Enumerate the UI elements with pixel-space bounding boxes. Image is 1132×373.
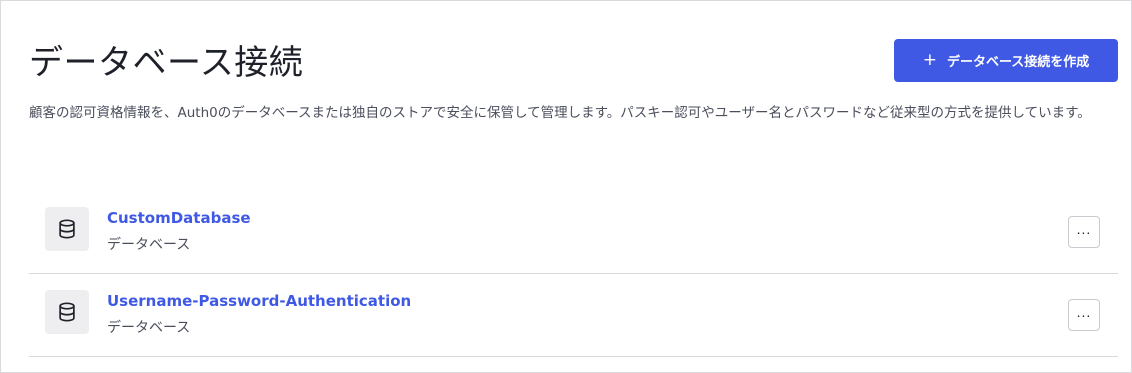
connection-type: データベース xyxy=(107,320,191,336)
page-description: 顧客の認可資格情報を、Auth0のデータベースまたは独自のストアで安全に保管して… xyxy=(29,105,1091,121)
page-title: データベース接続 xyxy=(29,43,304,83)
connection-type: データベース xyxy=(107,237,191,253)
connection-row: Username-Password-Authentication データベース … xyxy=(29,274,1118,357)
more-options-button[interactable]: ... xyxy=(1068,299,1100,331)
page-container: データベース接続 + データベース接続を作成 顧客の認可資格情報を、Auth0の… xyxy=(0,0,1132,373)
database-icon xyxy=(45,290,89,334)
connection-name-link[interactable]: CustomDatabase xyxy=(107,209,251,227)
connection-name-link[interactable]: Username-Password-Authentication xyxy=(107,292,411,310)
create-database-connection-button[interactable]: + データベース接続を作成 xyxy=(894,39,1118,82)
connection-row: CustomDatabase データベース ... xyxy=(29,191,1118,274)
create-button-label: データベース接続を作成 xyxy=(946,55,1090,70)
database-icon xyxy=(45,207,89,251)
plus-icon: + xyxy=(922,50,937,70)
more-options-button[interactable]: ... xyxy=(1068,216,1100,248)
connection-list: CustomDatabase データベース ... Username-Passw… xyxy=(29,191,1118,357)
